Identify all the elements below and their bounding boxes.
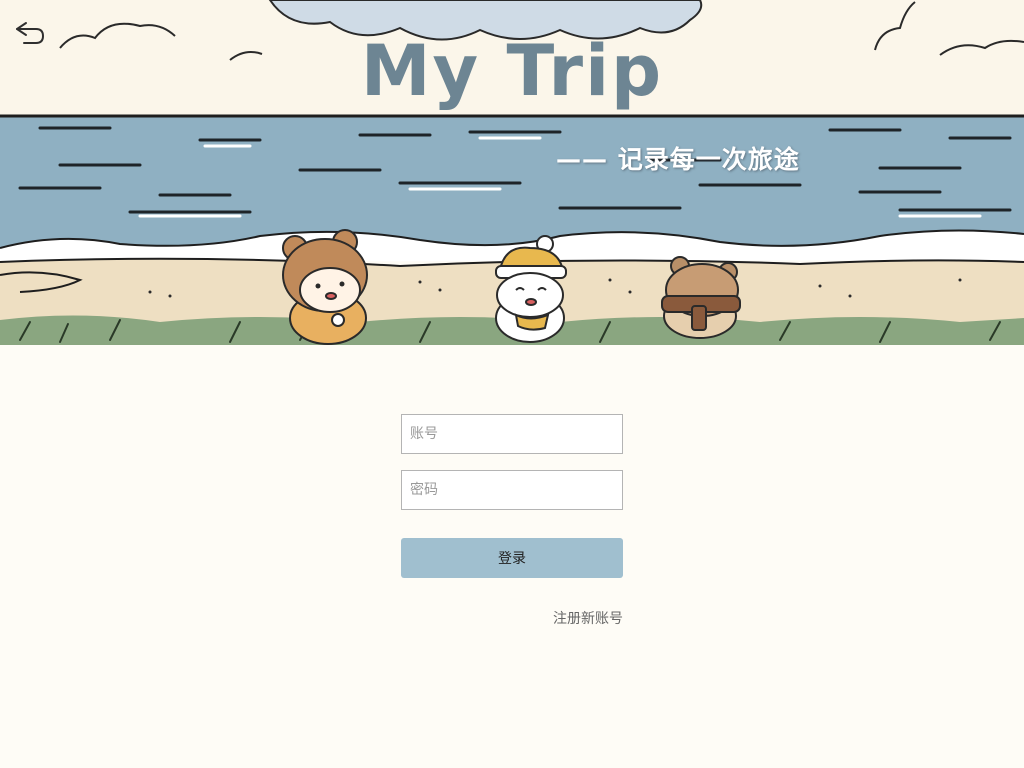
back-button[interactable]	[10, 18, 48, 52]
app-title: My Trip	[360, 30, 664, 112]
login-button[interactable]: 登录	[401, 538, 623, 578]
back-arrow-icon	[16, 22, 45, 44]
character-girl	[282, 229, 368, 345]
password-input[interactable]	[401, 470, 623, 510]
app-subtitle: —— 记录每一次旅途	[556, 145, 800, 174]
character-bear	[661, 256, 741, 339]
account-input[interactable]	[401, 414, 623, 454]
login-form: 登录 注册新账号	[401, 414, 623, 628]
register-link[interactable]: 注册新账号	[401, 608, 623, 628]
